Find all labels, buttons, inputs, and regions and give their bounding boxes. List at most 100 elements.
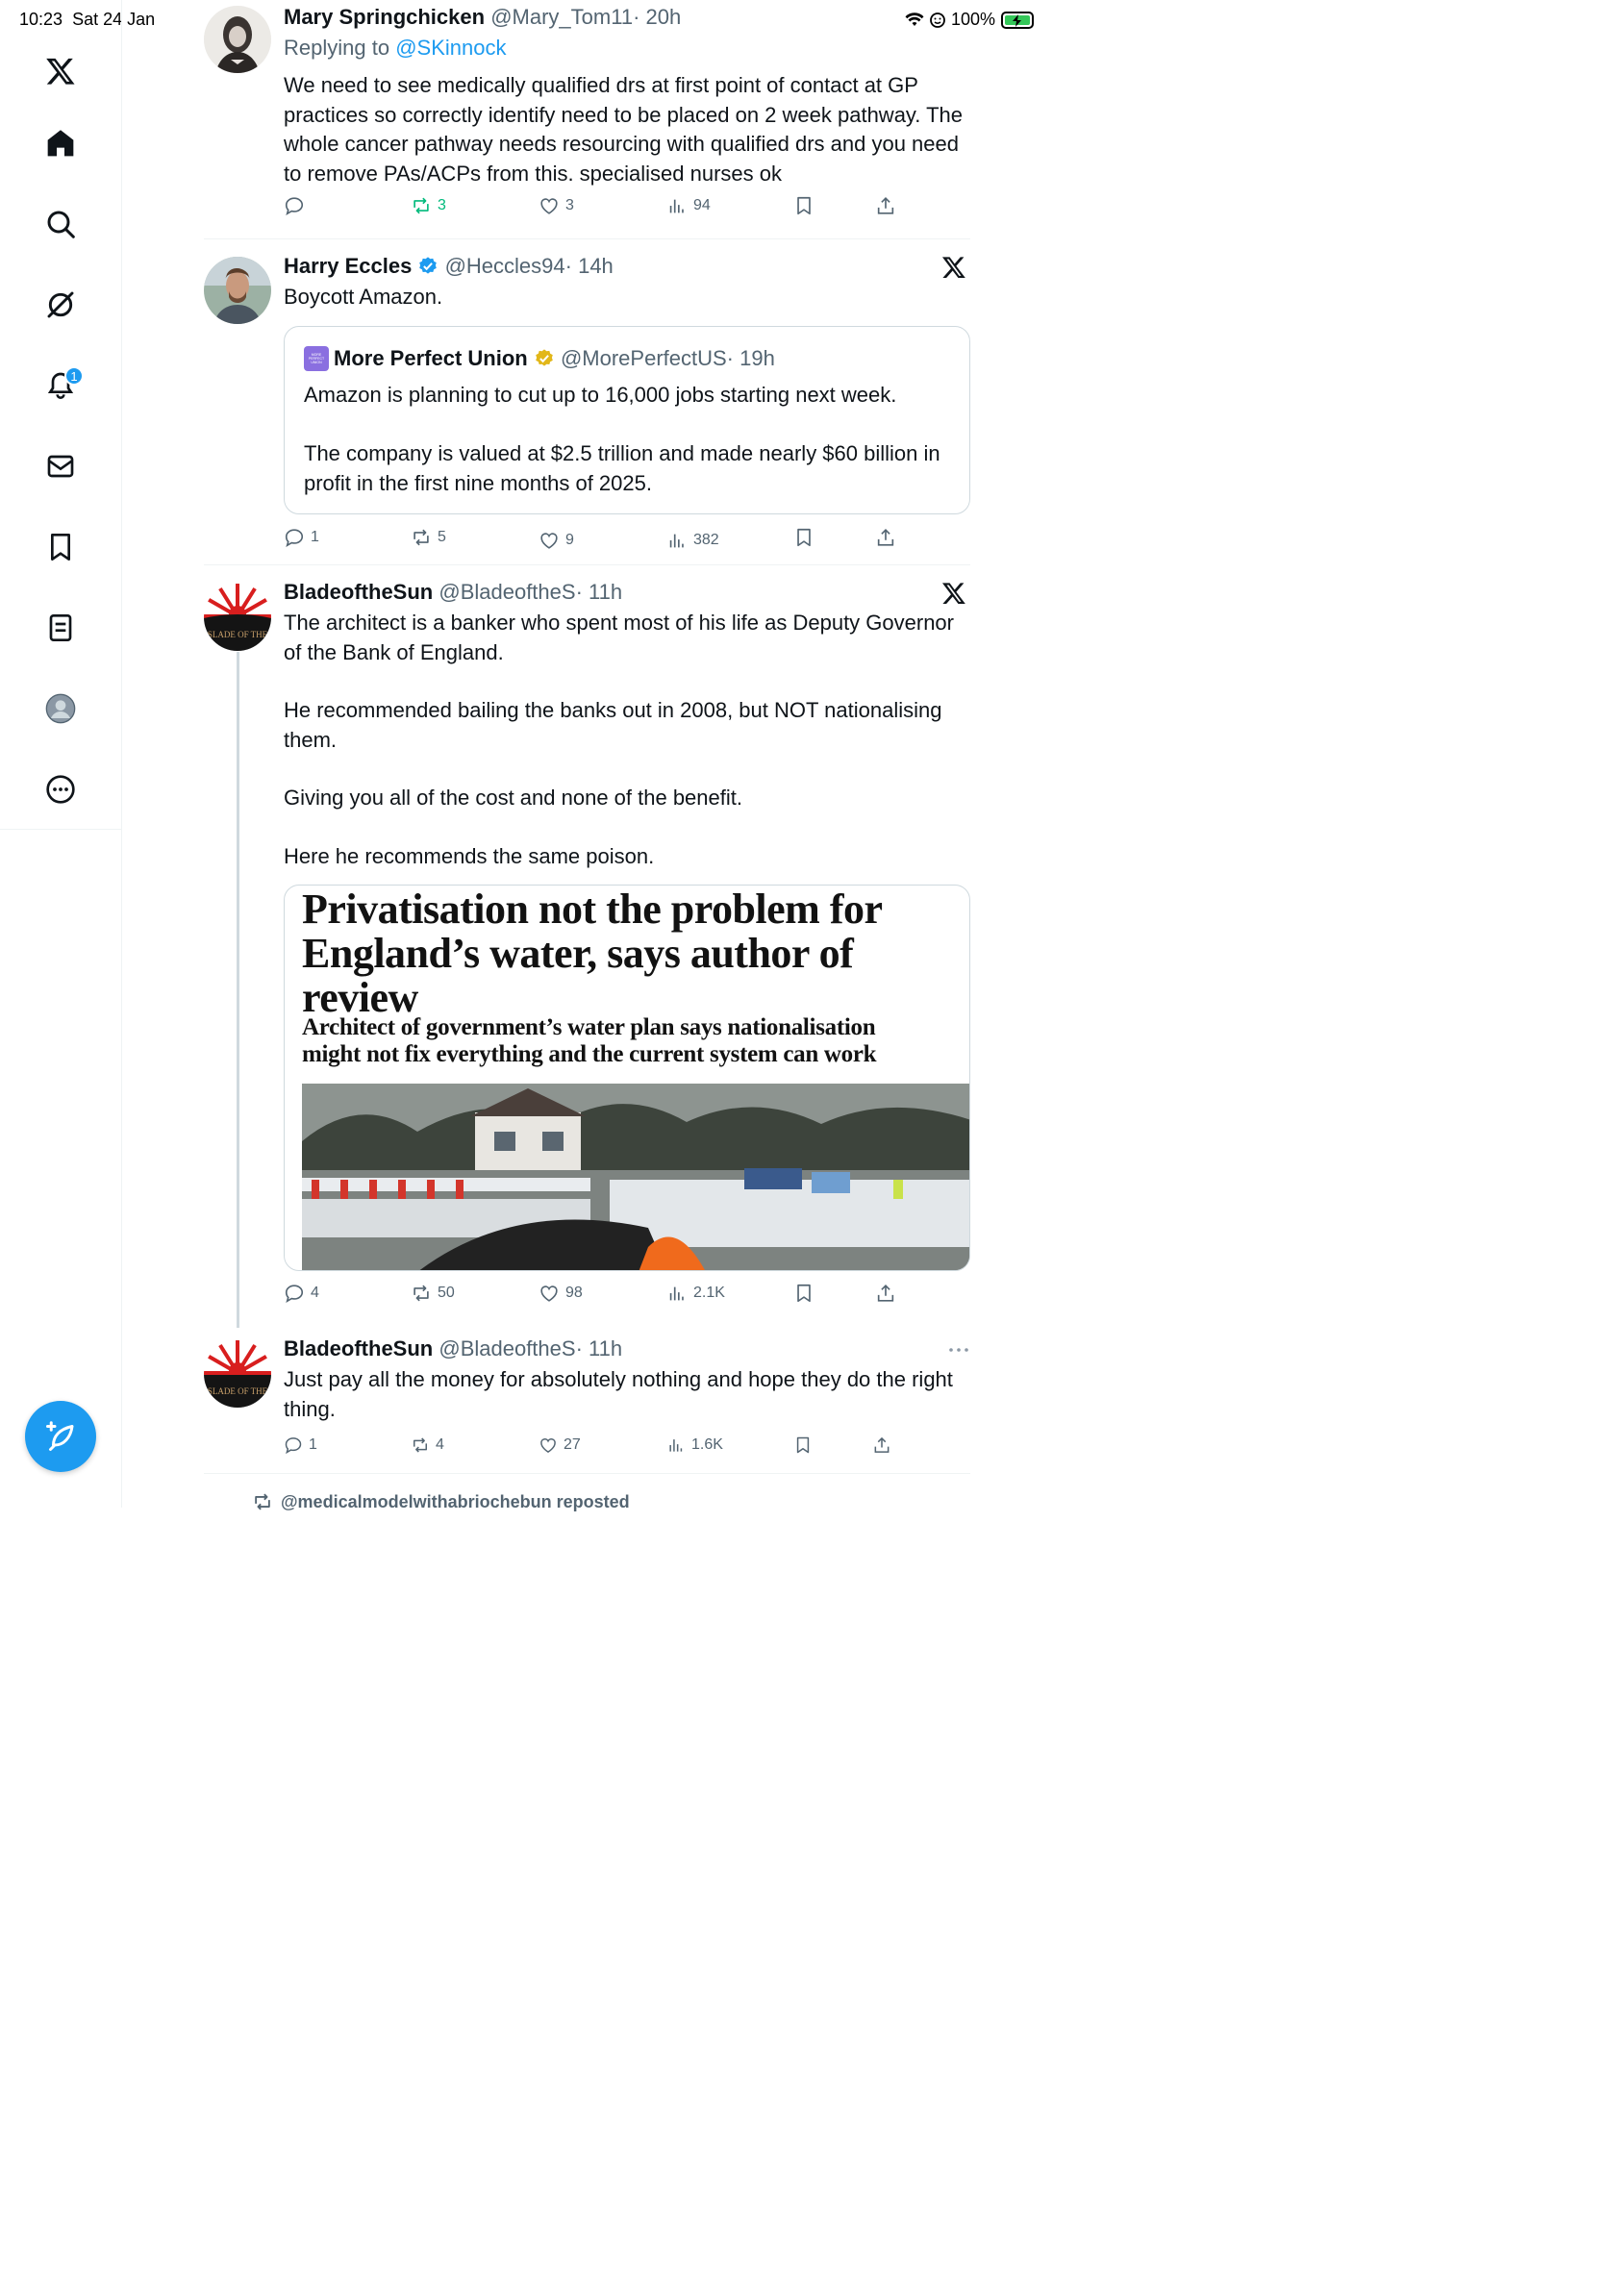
tweet-text: Just pay all the money for absolutely no… — [284, 1367, 953, 1421]
author-handle[interactable]: @BladeoftheS — [439, 1336, 575, 1360]
bookmark-button[interactable] — [793, 527, 815, 548]
like-button[interactable]: 3 — [539, 195, 574, 216]
like-button[interactable]: 27 — [539, 1435, 581, 1455]
views-button[interactable]: 1.6K — [666, 1435, 723, 1455]
bookmarks-icon[interactable] — [41, 528, 80, 566]
share-button[interactable] — [875, 1283, 896, 1304]
heart-icon — [540, 198, 558, 214]
tweet-time: · 14h — [564, 254, 614, 278]
repost-icon — [414, 197, 429, 214]
bookmark-button[interactable] — [793, 1283, 815, 1304]
messages-icon[interactable] — [41, 447, 80, 486]
reply-icon — [285, 529, 304, 547]
quote-author-name: More Perfect Union — [334, 346, 528, 370]
views-icon — [669, 1286, 684, 1301]
repost-button[interactable]: 5 — [411, 527, 446, 548]
reply-button[interactable] — [284, 195, 311, 216]
share-button[interactable] — [875, 527, 896, 548]
more-icon[interactable] — [41, 770, 80, 809]
reply-to-link[interactable]: @SKinnock — [395, 36, 506, 60]
tweet-text-3: Giving you all of the cost and none of t… — [284, 786, 742, 810]
repost-button[interactable]: 50 — [411, 1283, 455, 1304]
avatar[interactable] — [204, 6, 271, 73]
like-button[interactable]: 9 — [539, 530, 574, 551]
tweet[interactable]: SLADE OF THE BladeoftheSun @BladeoftheS·… — [204, 1335, 970, 1464]
repost-icon — [255, 1493, 270, 1510]
profile-icon[interactable] — [41, 689, 80, 728]
article-photo — [302, 1084, 969, 1270]
heart-icon — [540, 1438, 556, 1453]
bookmark-button[interactable] — [793, 1435, 813, 1455]
repost-banner[interactable]: @medicalmodelwithabriochebun reposted — [252, 1491, 630, 1512]
share-icon — [877, 529, 894, 546]
tweet-separator — [204, 238, 970, 239]
author-handle[interactable]: @BladeoftheS — [439, 580, 575, 604]
views-button[interactable]: 382 — [666, 530, 719, 551]
notifications-icon[interactable]: 1 — [41, 366, 84, 405]
author-handle[interactable]: @Mary_Tom11 — [490, 5, 633, 29]
tweet-actions: 3 3 94 — [284, 195, 970, 224]
svg-text:SLADE OF THE: SLADE OF THE — [208, 630, 268, 639]
replying-to: Replying to @SKinnock — [284, 36, 507, 60]
tweet-separator — [204, 564, 970, 565]
grok-icon[interactable] — [41, 286, 80, 324]
views-button[interactable]: 2.1K — [666, 1283, 725, 1304]
views-button[interactable]: 94 — [666, 195, 711, 216]
repost-button[interactable]: 3 — [411, 195, 446, 216]
author-name[interactable]: Mary Springchicken — [284, 5, 485, 29]
quote-text-1: Amazon is planning to cut up to 16,000 j… — [304, 383, 897, 407]
bookmark-icon — [797, 1284, 811, 1303]
sidebar-nav: 1 — [0, 0, 122, 1508]
author-name[interactable]: Harry Eccles — [284, 254, 412, 278]
tweet-text: Boycott Amazon. — [284, 285, 443, 309]
author-name[interactable]: BladeoftheSun — [284, 1336, 433, 1360]
avatar[interactable]: SLADE OF THE — [204, 584, 271, 651]
avatar[interactable] — [204, 257, 271, 324]
reply-icon — [285, 1437, 302, 1455]
sidebar-divider — [0, 829, 122, 830]
tweet-separator — [204, 1473, 970, 1474]
x-logo-icon[interactable] — [41, 52, 80, 90]
heart-icon — [540, 1285, 558, 1302]
quote-avatar[interactable]: MORE PERFECT UNION — [304, 346, 329, 371]
home-icon[interactable] — [41, 124, 80, 162]
article-standfirst: Architect of government’s water plan say… — [302, 1014, 877, 1067]
tweet[interactable]: Harry Eccles @Heccles94· 14h Boycott Ama… — [204, 252, 970, 560]
like-button[interactable]: 98 — [539, 1283, 583, 1304]
tweet-actions: 1 5 9 382 — [284, 527, 970, 556]
battery-icon — [1001, 11, 1034, 29]
share-icon — [877, 1285, 894, 1302]
reply-button[interactable]: 4 — [284, 1283, 319, 1304]
share-button[interactable] — [875, 195, 896, 216]
quote-tweet[interactable]: MORE PERFECT UNION More Perfect Union @M… — [284, 326, 970, 514]
bookmark-button[interactable] — [793, 195, 815, 216]
share-icon — [874, 1436, 890, 1453]
repost-icon — [414, 529, 429, 546]
author-name[interactable]: BladeoftheSun — [284, 580, 433, 604]
views-icon — [669, 199, 684, 213]
tweet[interactable]: Mary Springchicken @Mary_Tom11· 20h Repl… — [204, 4, 970, 235]
media-image[interactable]: Privatisation not the problem for Englan… — [284, 885, 970, 1271]
quote-author-handle: @MorePerfectUS — [560, 346, 727, 370]
tweet-actions: 1 4 27 1.6K — [284, 1435, 970, 1464]
tweet-time: · 11h — [575, 1336, 623, 1360]
tweet[interactable]: SLADE OF THE BladeoftheSun @BladeoftheS·… — [204, 578, 970, 1318]
tweet-time: · 11h — [575, 580, 623, 604]
tweet-text-2: He recommended bailing the banks out in … — [284, 698, 942, 752]
compose-button[interactable] — [25, 1401, 96, 1472]
reply-button[interactable]: 1 — [284, 527, 319, 548]
share-button[interactable] — [872, 1435, 891, 1455]
repost-button[interactable]: 4 — [411, 1435, 444, 1455]
reply-button[interactable]: 1 — [284, 1435, 317, 1455]
avatar[interactable]: SLADE OF THE — [204, 1340, 271, 1408]
lists-icon[interactable] — [41, 609, 80, 647]
bookmark-icon — [797, 196, 811, 215]
author-handle[interactable]: @Heccles94 — [445, 254, 565, 278]
search-icon[interactable] — [41, 205, 80, 243]
article-headline: Privatisation not the problem for Englan… — [302, 886, 882, 1021]
tweet-text: We need to see medically qualified drs a… — [284, 73, 964, 186]
quote-header: More Perfect Union @MorePerfectUS· 19h — [334, 345, 775, 372]
notifications-badge: 1 — [64, 366, 84, 386]
bookmark-icon — [797, 528, 811, 547]
views-icon — [669, 534, 684, 548]
